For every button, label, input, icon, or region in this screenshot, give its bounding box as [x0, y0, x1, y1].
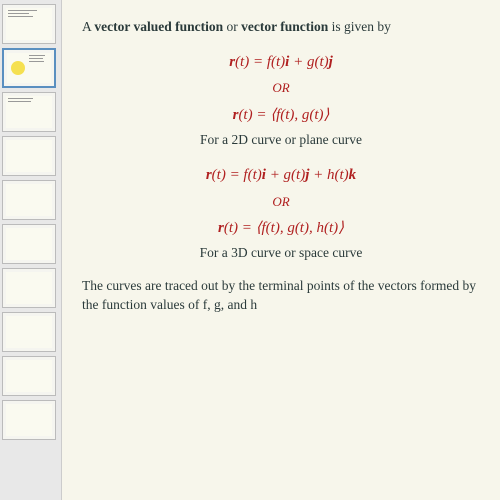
- caption-3d: For a 3D curve or space curve: [82, 245, 480, 261]
- slide-content: A vector valued function or vector funct…: [62, 0, 500, 500]
- slide-thumbnail[interactable]: [2, 356, 56, 396]
- slide-thumbnail[interactable]: [2, 400, 56, 440]
- footer-text: The curves are traced out by the termina…: [82, 277, 480, 315]
- or-label: OR: [82, 193, 480, 211]
- slide-thumbnail[interactable]: [2, 92, 56, 132]
- equation-2d-vector: r(t) = f(t)i + g(t)j: [82, 51, 480, 74]
- slide-thumbnail[interactable]: [2, 312, 56, 352]
- equation-3d-vector: r(t) = f(t)i + g(t)j + h(t)k: [82, 164, 480, 187]
- slide-thumbnail[interactable]: [2, 136, 56, 176]
- slide-thumbnail[interactable]: [2, 4, 56, 44]
- thumbnail-sidebar: [0, 0, 62, 500]
- equation-3d-tuple: r(t) = ⟨f(t), g(t), h(t)⟩: [82, 217, 480, 240]
- slide-thumbnail[interactable]: [2, 48, 56, 88]
- equation-2d-tuple: r(t) = ⟨f(t), g(t)⟩: [82, 104, 480, 127]
- slide-thumbnail[interactable]: [2, 180, 56, 220]
- slide-thumbnail[interactable]: [2, 268, 56, 308]
- caption-2d: For a 2D curve or plane curve: [82, 132, 480, 148]
- intro-text: A vector valued function or vector funct…: [82, 18, 480, 37]
- or-label: OR: [82, 79, 480, 97]
- slide-thumbnail[interactable]: [2, 224, 56, 264]
